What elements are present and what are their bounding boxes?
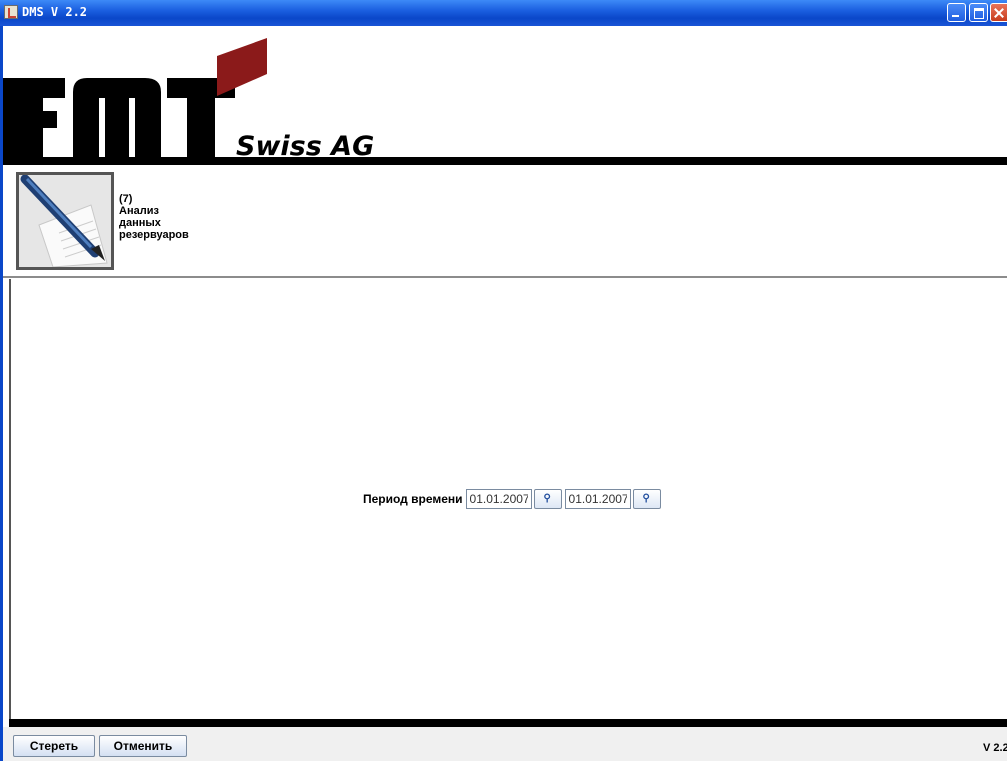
separator-bar-bottom [9, 719, 1007, 727]
separator-bar-top [3, 157, 1007, 165]
pen-document-icon [16, 172, 114, 270]
module-number: (7) [119, 193, 133, 205]
minimize-button[interactable] [947, 3, 966, 22]
module-title-line-2: данных [119, 217, 161, 229]
date-from-field[interactable] [465, 489, 532, 509]
title-bar: DMS V 2.2 [0, 0, 1007, 26]
module-title-line-1: Анализ [119, 205, 159, 217]
clear-button[interactable]: Стереть [13, 735, 95, 757]
period-filter: Период времени ⚲ ⚲ [363, 488, 664, 510]
java-app-icon [4, 5, 18, 19]
module-title: (7) Анализ данных резервуаров [119, 193, 189, 241]
key-icon: ⚲ [642, 493, 650, 504]
header-divider [3, 276, 1007, 278]
date-to-picker-button[interactable]: ⚲ [632, 489, 661, 509]
version-label: V 2.2 [983, 742, 1007, 754]
logo-tagline: Swiss AG [236, 131, 374, 157]
fmt-logo: Swiss AG [3, 38, 374, 157]
key-icon: ⚲ [543, 493, 551, 504]
window-title: DMS V 2.2 [22, 5, 88, 19]
date-to-field[interactable] [564, 489, 631, 509]
footer: Стереть Отменить V 2.2 [3, 727, 1007, 761]
period-label: Период времени [363, 492, 463, 506]
close-button[interactable] [990, 3, 1007, 22]
cancel-button[interactable]: Отменить [99, 735, 187, 757]
maximize-button[interactable] [969, 3, 988, 22]
logo-area: Swiss AG [3, 26, 1007, 157]
date-from-picker-button[interactable]: ⚲ [533, 489, 562, 509]
module-header: (7) Анализ данных резервуаров [3, 165, 1007, 276]
module-title-line-3: резервуаров [119, 229, 189, 241]
